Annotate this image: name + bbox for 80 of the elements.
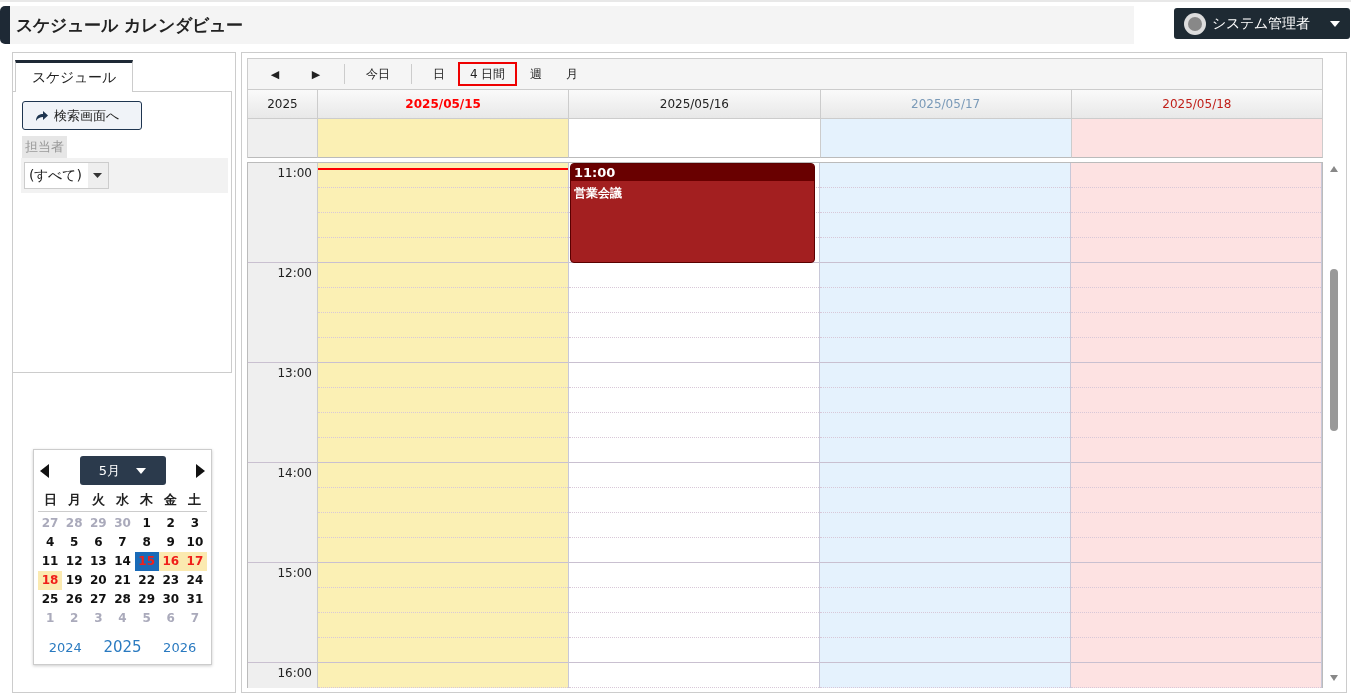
hour-label: 16:00 bbox=[277, 666, 312, 680]
assignee-select[interactable]: (すべて) bbox=[24, 162, 109, 189]
month-dropdown[interactable]: 5月 bbox=[79, 456, 166, 485]
weekday-label: 水 bbox=[110, 489, 135, 512]
calendar-day[interactable]: 13 bbox=[86, 552, 111, 571]
arrow-button[interactable]: ◀ bbox=[254, 62, 293, 86]
all-day-cell[interactable] bbox=[569, 119, 821, 158]
event-time: 11:00 bbox=[571, 164, 814, 181]
calendar-day[interactable]: 24 bbox=[182, 571, 207, 590]
year-link[interactable]: 2025 bbox=[103, 638, 142, 656]
calendar-day[interactable]: 21 bbox=[110, 571, 135, 590]
user-avatar-icon bbox=[1184, 12, 1206, 35]
calendar-day[interactable]: 22 bbox=[134, 571, 159, 590]
calendar-day[interactable]: 8 bbox=[134, 533, 159, 552]
event-block[interactable]: 11:00 営業会議 bbox=[570, 163, 815, 263]
user-menu-button[interactable]: システム管理者 bbox=[1174, 8, 1350, 39]
weekday-label: 土 bbox=[182, 489, 207, 512]
weekday-label: 日 bbox=[38, 489, 63, 512]
view-button[interactable]: 月 bbox=[555, 62, 590, 86]
calendar-day[interactable]: 11 bbox=[38, 552, 63, 571]
calendar-day[interactable]: 9 bbox=[158, 533, 183, 552]
calendar-day[interactable]: 31 bbox=[182, 590, 207, 609]
weekday-label: 金 bbox=[158, 489, 183, 512]
calendar-day[interactable]: 23 bbox=[158, 571, 183, 590]
calendar-day[interactable]: 7 bbox=[110, 533, 135, 552]
weekday-label: 火 bbox=[86, 489, 111, 512]
calendar-day[interactable]: 14 bbox=[110, 552, 135, 571]
year-link[interactable]: 2026 bbox=[163, 640, 197, 655]
all-day-gutter bbox=[248, 119, 318, 158]
hour-label: 11:00 bbox=[277, 166, 312, 180]
calendar-day[interactable]: 20 bbox=[86, 571, 111, 590]
calendar-day[interactable]: 1 bbox=[134, 514, 159, 533]
caret-icon bbox=[136, 467, 147, 474]
date-header: 2025/05/16 bbox=[569, 90, 821, 119]
hour-label: 14:00 bbox=[277, 466, 312, 480]
hour-label: 13:00 bbox=[277, 366, 312, 380]
hour-label: 12:00 bbox=[277, 266, 312, 280]
weekday-label: 木 bbox=[134, 489, 159, 512]
calendar-day[interactable]: 18 bbox=[38, 571, 63, 590]
calendar-day[interactable]: 12 bbox=[62, 552, 87, 571]
next-month-icon[interactable] bbox=[196, 463, 205, 478]
calendar-day[interactable]: 10 bbox=[182, 533, 207, 552]
all-day-cell[interactable] bbox=[820, 119, 1072, 158]
calendar-day[interactable]: 28 bbox=[110, 590, 135, 609]
calendar-day[interactable]: 3 bbox=[182, 514, 207, 533]
calendar-day[interactable]: 27 bbox=[86, 590, 111, 609]
date-header: 2025/05/15 bbox=[318, 90, 570, 119]
previous-month-icon[interactable] bbox=[40, 463, 49, 478]
view-button[interactable]: 週 bbox=[519, 62, 554, 86]
calendar-day[interactable]: 4 bbox=[38, 533, 63, 552]
year-header: 2025 bbox=[248, 90, 318, 119]
hour-label: 15:00 bbox=[277, 566, 312, 580]
share-arrow-icon bbox=[35, 110, 48, 121]
calendar-day[interactable]: 26 bbox=[62, 590, 87, 609]
view-button[interactable]: 日 bbox=[422, 62, 456, 86]
calendar-day[interactable]: 17 bbox=[182, 552, 207, 571]
calendar-day[interactable]: 30 bbox=[158, 590, 183, 609]
sidebar-tab[interactable]: スケジュール bbox=[15, 60, 133, 92]
today-button[interactable]: 今日 bbox=[355, 62, 401, 86]
calendar-day[interactable]: 6 bbox=[86, 533, 111, 552]
event-title: 営業会議 bbox=[573, 185, 623, 202]
all-day-cell[interactable] bbox=[318, 119, 570, 158]
all-day-cell[interactable] bbox=[1071, 119, 1323, 158]
page-title: スケジュール カレンダビュー bbox=[0, 6, 1134, 44]
caret-icon bbox=[93, 173, 103, 178]
calendar-day[interactable]: 5 bbox=[62, 533, 87, 552]
filter-label: 担当者 bbox=[22, 136, 67, 158]
calendar-day[interactable]: 29 bbox=[134, 590, 159, 609]
calendar-day[interactable]: 16 bbox=[158, 552, 183, 571]
calendar-day[interactable]: 25 bbox=[38, 590, 63, 609]
caret-icon bbox=[1330, 20, 1340, 27]
date-header: 2025/05/17 bbox=[820, 90, 1072, 119]
arrow-button[interactable]: ▶ bbox=[295, 62, 334, 86]
calendar-day[interactable]: 19 bbox=[62, 571, 87, 590]
date-header: 2025/05/18 bbox=[1071, 90, 1323, 119]
year-link[interactable]: 2024 bbox=[48, 640, 82, 655]
calendar-day[interactable]: 2 bbox=[158, 514, 183, 533]
view-button[interactable]: 4 日間 bbox=[458, 62, 518, 86]
search-screen-button[interactable]: 検索画面へ bbox=[22, 101, 142, 130]
weekday-label: 月 bbox=[62, 489, 87, 512]
